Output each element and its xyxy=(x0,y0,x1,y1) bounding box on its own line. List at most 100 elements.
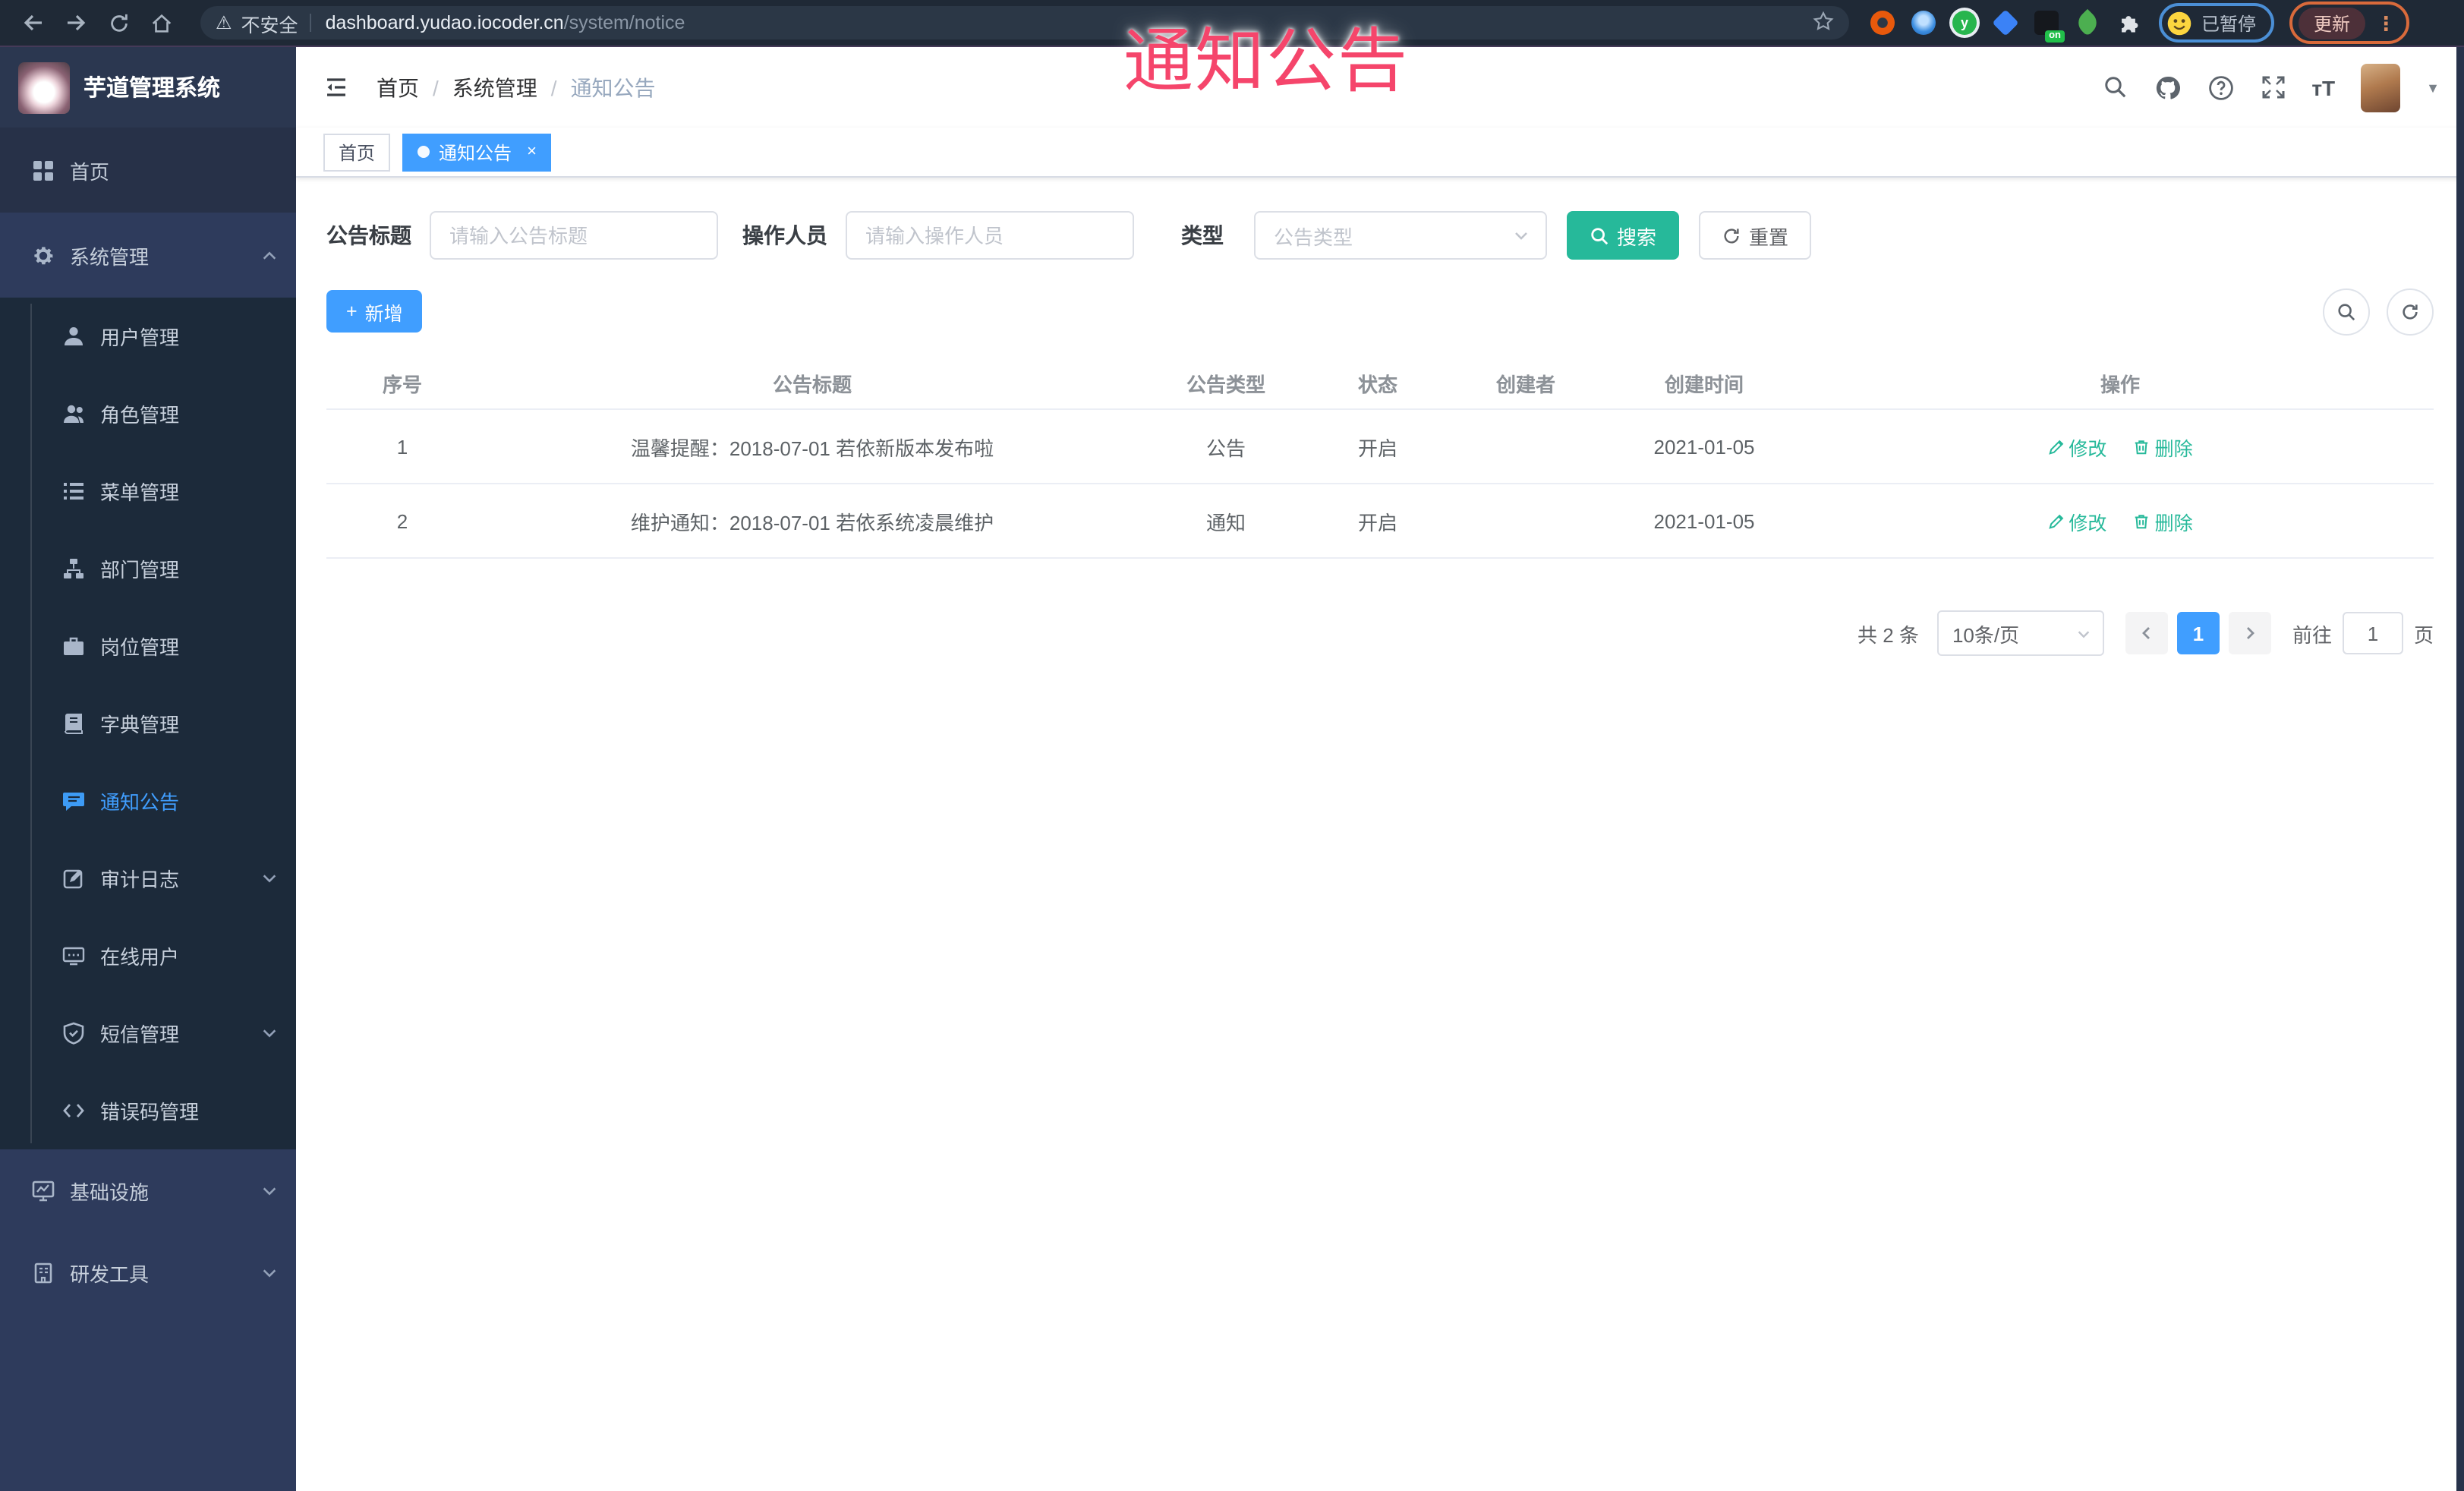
breadcrumb-current: 通知公告 xyxy=(570,75,656,99)
sidebar-item-notice[interactable]: 通知公告 xyxy=(0,762,296,840)
operator-input[interactable] xyxy=(846,211,1134,260)
next-page-button[interactable] xyxy=(2228,612,2271,654)
delete-link[interactable]: 删除 xyxy=(2134,506,2193,535)
sidebar-item-label: 岗位管理 xyxy=(100,636,180,659)
cell-created: 2021-01-05 xyxy=(1653,435,1755,458)
prev-page-button[interactable] xyxy=(2125,612,2168,654)
dashboard-icon xyxy=(30,159,55,181)
gear-icon xyxy=(30,244,55,266)
sidebar-item-label: 错误码管理 xyxy=(100,1101,200,1124)
extension-blue-gem-icon[interactable] xyxy=(1911,11,1936,35)
select-chevron-down-icon xyxy=(2075,625,2092,641)
page-content: 公告标题 操作人员 类型 公告类型 搜索 xyxy=(296,178,2464,1491)
sidebar-item-label: 审计日志 xyxy=(100,868,180,891)
avatar-caret-down-icon[interactable]: ▼ xyxy=(2426,80,2440,95)
sidebar-item-label: 首页 xyxy=(70,160,110,183)
goto-label: 前往 xyxy=(2292,623,2332,646)
col-header-status: 状态 xyxy=(1357,373,1397,396)
sidebar-item-home[interactable]: 首页 xyxy=(0,128,296,213)
cell-title: 维护通知：2018-07-01 若依系统凌晨维护 xyxy=(630,511,994,534)
sidebar-item-label: 菜单管理 xyxy=(100,481,180,504)
breadcrumb-system[interactable]: 系统管理 xyxy=(452,72,537,102)
page-size-value: 10条/页 xyxy=(1952,623,2020,646)
sidebar-item-label: 用户管理 xyxy=(100,326,180,349)
cell-type: 通知 xyxy=(1205,511,1246,534)
browser-menu-kebab-icon[interactable]: ⋮ xyxy=(2376,13,2396,33)
online-users-icon xyxy=(61,944,85,967)
sidebar-item-role-management[interactable]: 角色管理 xyxy=(0,375,296,452)
page-scrollbar[interactable] xyxy=(2456,47,2464,1491)
sidebar-item-infrastructure[interactable]: 基础设施 xyxy=(0,1149,296,1231)
notice-title-input[interactable] xyxy=(430,211,718,260)
plus-icon: + xyxy=(346,301,358,322)
edit-link[interactable]: 修改 xyxy=(2047,506,2106,535)
sidebar-fold-icon[interactable] xyxy=(323,74,349,100)
sidebar-item-sms-management[interactable]: 短信管理 xyxy=(0,995,296,1072)
page-size-select[interactable]: 10条/页 xyxy=(1936,610,2104,656)
org-tree-icon xyxy=(61,557,85,580)
update-button[interactable]: 更新 xyxy=(2299,7,2366,39)
sidebar-item-post-management[interactable]: 岗位管理 xyxy=(0,607,296,685)
goto-page-input[interactable] xyxy=(2342,612,2403,654)
sidebar-item-dict-management[interactable]: 字典管理 xyxy=(0,685,296,762)
sidebar-item-menu-management[interactable]: 菜单管理 xyxy=(0,452,296,530)
sidebar-submenu-system: 用户管理 角色管理 菜单管理 部门管理 岗位管理 字典管理 通知公告 审计日志 … xyxy=(0,298,296,1149)
search-icon[interactable] xyxy=(2102,74,2128,100)
extension-on-badge: on xyxy=(2045,30,2065,43)
delete-link[interactable]: 删除 xyxy=(2134,432,2193,461)
bookmark-star-icon[interactable] xyxy=(1813,10,1834,36)
extension-terminal-icon[interactable]: on xyxy=(2034,11,2065,43)
extension-green-icon[interactable]: y xyxy=(1952,11,1977,35)
extension-blue-diamond-icon[interactable] xyxy=(1992,9,2019,36)
tab-notice[interactable]: 通知公告 × xyxy=(402,133,552,171)
notice-type-select[interactable]: 公告类型 xyxy=(1254,211,1547,260)
table-header-row: 序号 公告标题 公告类型 状态 创建者 创建时间 操作 xyxy=(326,357,2434,410)
user-avatar[interactable] xyxy=(2361,63,2401,112)
edit-link-label: 修改 xyxy=(2069,438,2107,459)
browser-home-icon[interactable] xyxy=(140,6,182,39)
browser-back-icon[interactable] xyxy=(12,6,55,39)
add-button[interactable]: + 新增 xyxy=(326,290,423,333)
github-icon[interactable] xyxy=(2154,74,2181,101)
address-bar[interactable]: ⚠ 不安全 dashboard.yudao.iocoder.cn/system/… xyxy=(200,6,1849,39)
pagination: 共 2 条 10条/页 1 前往 1 页 xyxy=(326,610,2434,656)
fullscreen-icon[interactable] xyxy=(2260,74,2286,100)
sidebar-item-error-code[interactable]: 错误码管理 xyxy=(0,1072,296,1149)
breadcrumb-home[interactable]: 首页 xyxy=(377,72,419,102)
list-icon xyxy=(61,480,85,503)
edit-link-label: 修改 xyxy=(2069,512,2107,534)
col-header-type: 公告类型 xyxy=(1186,373,1265,396)
sidebar-item-dev-tools[interactable]: 研发工具 xyxy=(0,1231,296,1313)
browser-forward-icon[interactable] xyxy=(55,6,97,39)
app-logo[interactable]: 芋道管理系统 xyxy=(0,47,296,128)
col-header-created: 创建时间 xyxy=(1664,373,1744,396)
emoji-avatar-icon xyxy=(2167,11,2191,35)
browser-reload-icon[interactable] xyxy=(97,6,140,39)
not-secure-label[interactable]: 不安全 xyxy=(241,8,298,37)
tab-close-icon[interactable]: × xyxy=(527,143,537,161)
profile-paused-badge[interactable]: 已暂停 xyxy=(2159,3,2275,43)
col-header-operations: 操作 xyxy=(2100,373,2140,396)
sidebar-item-dept-management[interactable]: 部门管理 xyxy=(0,530,296,607)
delete-link-label: 删除 xyxy=(2154,512,2193,534)
tab-label: 首页 xyxy=(339,142,376,163)
font-size-icon[interactable]: тT xyxy=(2311,75,2335,99)
edit-link[interactable]: 修改 xyxy=(2047,432,2106,461)
extensions-puzzle-icon[interactable] xyxy=(2116,11,2141,35)
current-page[interactable]: 1 xyxy=(2176,612,2220,654)
sidebar-item-audit-log[interactable]: 审计日志 xyxy=(0,840,296,917)
extension-leaf-icon[interactable] xyxy=(2073,8,2102,37)
toggle-search-button[interactable] xyxy=(2323,288,2370,335)
sidebar-item-system-management[interactable]: 系统管理 xyxy=(0,213,296,298)
refresh-button[interactable] xyxy=(2387,288,2434,335)
sidebar-item-online-users[interactable]: 在线用户 xyxy=(0,917,296,995)
search-button[interactable]: 搜索 xyxy=(1567,211,1680,260)
sidebar-item-label: 部门管理 xyxy=(100,559,180,582)
extension-orange-icon[interactable] xyxy=(1870,11,1895,35)
sidebar-item-user-management[interactable]: 用户管理 xyxy=(0,298,296,375)
goto-unit-label: 页 xyxy=(2413,623,2434,646)
tab-home[interactable]: 首页 xyxy=(323,133,391,171)
operator-label: 操作人员 xyxy=(742,223,827,247)
reset-button[interactable]: 重置 xyxy=(1699,211,1812,260)
help-question-icon[interactable] xyxy=(2207,74,2234,101)
